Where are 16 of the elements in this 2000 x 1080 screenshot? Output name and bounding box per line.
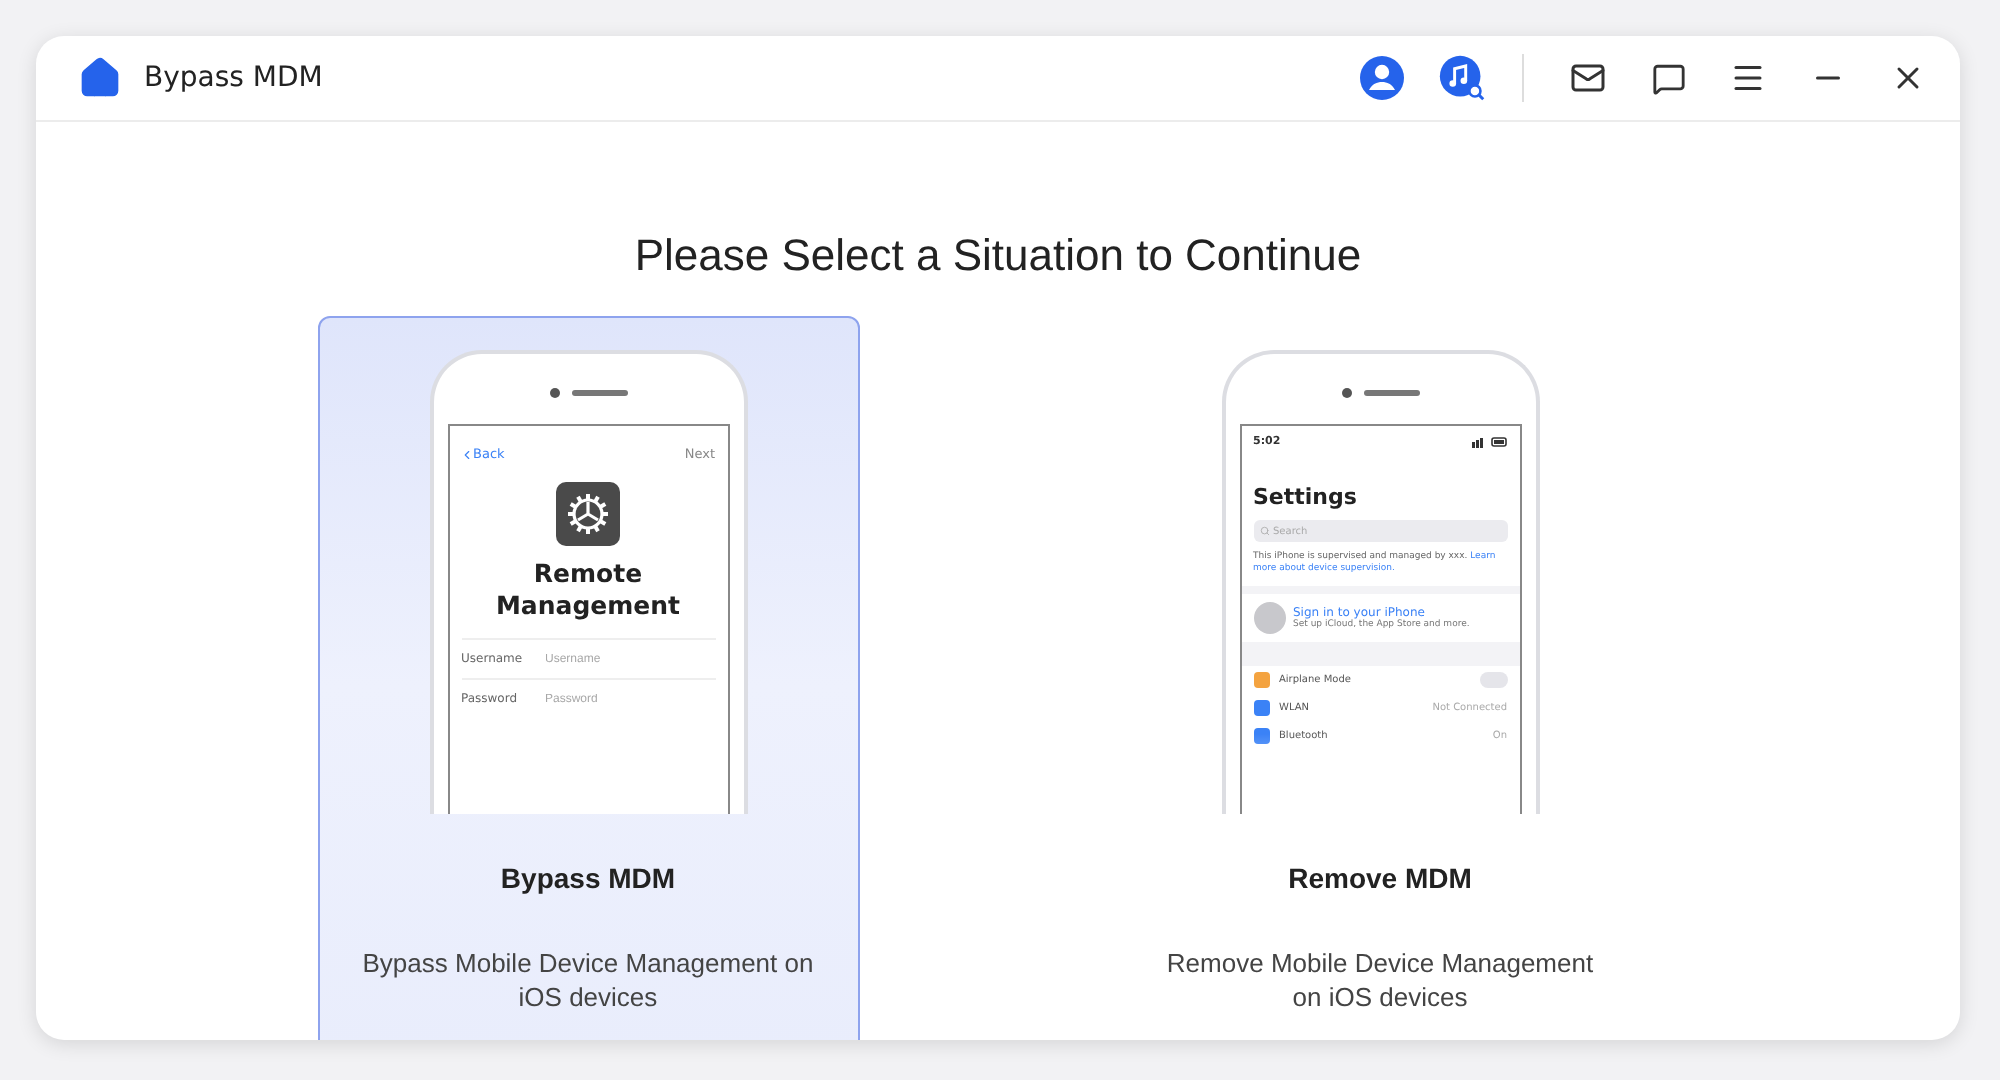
option-title: Remove MDM — [1288, 862, 1472, 894]
user-icon[interactable] — [1358, 54, 1406, 102]
search-icon — [1259, 526, 1269, 536]
option-title: Bypass MDM — [500, 862, 676, 894]
option-description: Bypass Mobile Device Management on iOS devices — [362, 946, 814, 1014]
window-title: Bypass MDM — [144, 62, 323, 94]
page-heading: Please Select a Situation to Continue — [634, 230, 1362, 282]
avatar-icon — [1253, 602, 1285, 634]
screen-title: Remote Management — [493, 558, 682, 622]
music-search-icon[interactable] — [1438, 54, 1486, 102]
option-description: Remove Mobile Device Management on iOS devices — [1166, 946, 1594, 1014]
screen-title: Settings — [1251, 482, 1359, 510]
home-icon[interactable] — [76, 54, 124, 102]
chevron-left-icon — [459, 447, 473, 461]
gear-icon — [556, 482, 620, 546]
battery-icon — [1471, 436, 1507, 448]
